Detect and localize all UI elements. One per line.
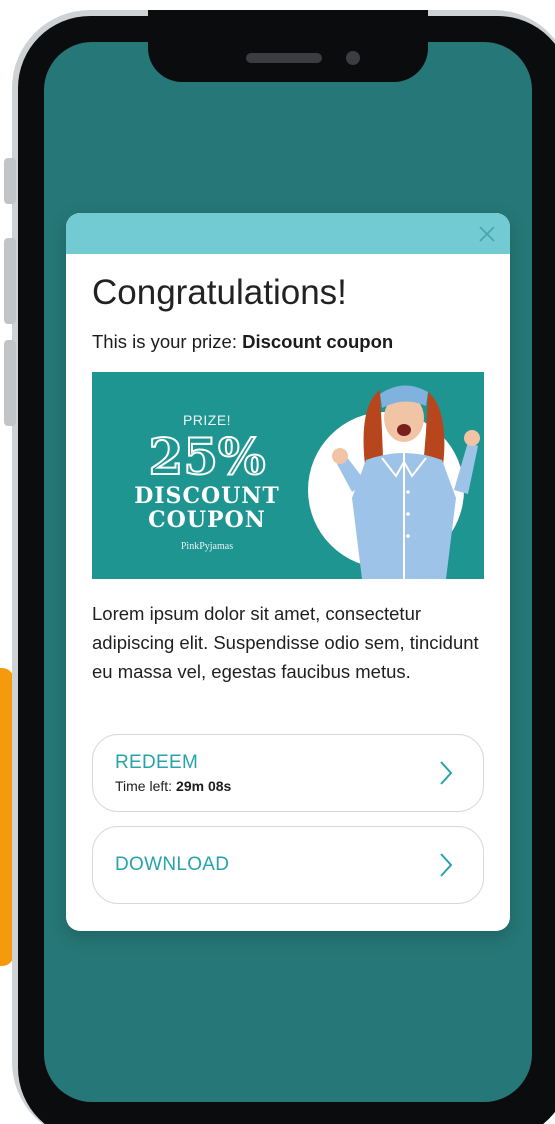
banner-line2: COUPON xyxy=(148,507,266,533)
close-icon[interactable] xyxy=(474,221,500,247)
prize-description: Lorem ipsum dolor sit amet, consectetur … xyxy=(92,603,479,682)
modal-title: Congratulations! xyxy=(92,273,347,312)
prize-line: This is your prize: Discount coupon xyxy=(92,331,393,353)
speaker-grille xyxy=(246,53,322,63)
banner-brand: PinkPyjamas xyxy=(180,541,234,552)
redeem-button[interactable]: REDEEM Time left: 29m 08s xyxy=(92,734,484,812)
prize-prefix: This is your prize: xyxy=(92,331,237,352)
phone-volume-down-button xyxy=(4,340,16,426)
time-left: Time left: 29m 08s xyxy=(115,778,231,794)
chevron-right-icon xyxy=(440,761,453,785)
celebrating-woman-image xyxy=(332,385,480,579)
close-icon-glyph xyxy=(479,226,495,242)
phone-volume-up-button xyxy=(4,238,16,324)
phone-mute-switch xyxy=(4,158,16,204)
coupon-banner: PRIZE! 25% DISCOUNT COUPON PinkPyjamas xyxy=(92,372,484,579)
front-camera xyxy=(346,51,360,65)
modal-header-bar xyxy=(66,213,510,254)
time-left-value: 29m 08s xyxy=(176,778,232,794)
banner-discount-text: DISCOUNT COUPON xyxy=(92,484,322,532)
time-left-label: Time left: xyxy=(115,778,173,794)
banner-line1: DISCOUNT xyxy=(134,483,280,509)
download-button[interactable]: DOWNLOAD xyxy=(92,826,484,904)
redeem-label: REDEEM xyxy=(115,752,199,773)
prize-modal: Congratulations! This is your prize: Dis… xyxy=(66,213,510,931)
banner-prize-label: PRIZE! xyxy=(182,412,232,428)
chevron-right-icon xyxy=(440,853,453,877)
prize-name: Discount coupon xyxy=(242,331,394,352)
banner-percent: 25% xyxy=(147,427,266,486)
download-label: DOWNLOAD xyxy=(115,854,230,875)
phone-notch xyxy=(148,10,428,82)
